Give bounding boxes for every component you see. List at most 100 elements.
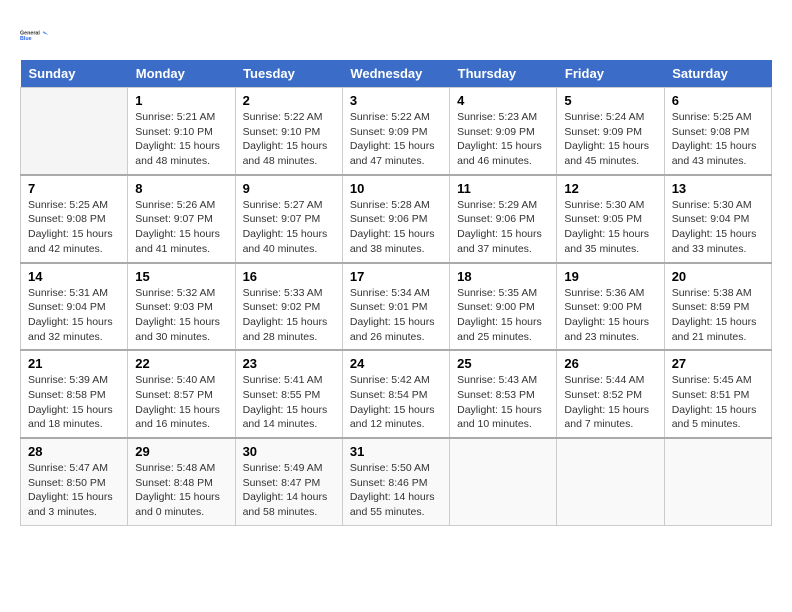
calendar-cell: 8 Sunrise: 5:26 AMSunset: 9:07 PMDaylight… (128, 175, 235, 263)
day-number: 7 (28, 181, 120, 196)
header: GeneralBlue (20, 20, 772, 50)
calendar-cell: 1Sunrise: 5:21 AMSunset: 9:10 PMDaylight… (128, 88, 235, 175)
calendar-cell: 7 Sunrise: 5:25 AMSunset: 9:08 PMDaylight… (21, 175, 128, 263)
calendar-cell: 28Sunrise: 5:47 AMSunset: 8:50 PMDayligh… (21, 438, 128, 525)
day-info: Sunrise: 5:25 AMSunset: 9:08 PMDaylight:… (672, 110, 764, 169)
day-number: 23 (243, 356, 335, 371)
day-info: Sunrise: 5:45 AMSunset: 8:51 PMDaylight:… (672, 373, 764, 432)
day-number: 9 (243, 181, 335, 196)
day-number: 21 (28, 356, 120, 371)
day-number: 26 (564, 356, 656, 371)
day-number: 3 (350, 93, 442, 108)
calendar-week-5: 28Sunrise: 5:47 AMSunset: 8:50 PMDayligh… (21, 438, 772, 525)
svg-text:General: General (20, 30, 40, 36)
day-info: Sunrise: 5:26 AMSunset: 9:07 PMDaylight:… (135, 198, 227, 257)
day-number: 8 (135, 181, 227, 196)
calendar-cell (664, 438, 771, 525)
day-number: 4 (457, 93, 549, 108)
day-number: 16 (243, 269, 335, 284)
day-number: 5 (564, 93, 656, 108)
weekday-header-tuesday: Tuesday (235, 60, 342, 88)
day-number: 27 (672, 356, 764, 371)
calendar-week-2: 7 Sunrise: 5:25 AMSunset: 9:08 PMDaylight… (21, 175, 772, 263)
day-number: 15 (135, 269, 227, 284)
calendar-cell: 11 Sunrise: 5:29 AMSunset: 9:06 PMDayligh… (450, 175, 557, 263)
calendar-cell: 21 Sunrise: 5:39 AMSunset: 8:58 PMDayligh… (21, 350, 128, 438)
day-info: Sunrise: 5:32 AMSunset: 9:03 PMDaylight:… (135, 286, 227, 345)
day-number: 24 (350, 356, 442, 371)
calendar-week-4: 21 Sunrise: 5:39 AMSunset: 8:58 PMDayligh… (21, 350, 772, 438)
weekday-header-monday: Monday (128, 60, 235, 88)
calendar-cell: 4 Sunrise: 5:23 AMSunset: 9:09 PMDaylight… (450, 88, 557, 175)
day-info: Sunrise: 5:28 AMSunset: 9:06 PMDaylight:… (350, 198, 442, 257)
calendar-table: SundayMondayTuesdayWednesdayThursdayFrid… (20, 60, 772, 526)
day-info: Sunrise: 5:33 AMSunset: 9:02 PMDaylight:… (243, 286, 335, 345)
calendar-cell: 6Sunrise: 5:25 AMSunset: 9:08 PMDaylight… (664, 88, 771, 175)
calendar-cell: 23 Sunrise: 5:41 AMSunset: 8:55 PMDayligh… (235, 350, 342, 438)
calendar-cell: 13 Sunrise: 5:30 AMSunset: 9:04 PMDayligh… (664, 175, 771, 263)
day-number: 20 (672, 269, 764, 284)
day-number: 19 (564, 269, 656, 284)
day-info: Sunrise: 5:22 AMSunset: 9:09 PMDaylight:… (350, 110, 442, 169)
day-info: Sunrise: 5:34 AMSunset: 9:01 PMDaylight:… (350, 286, 442, 345)
day-info: Sunrise: 5:22 AMSunset: 9:10 PMDaylight:… (243, 110, 335, 169)
day-info: Sunrise: 5:36 AMSunset: 9:00 PMDaylight:… (564, 286, 656, 345)
calendar-cell: 20 Sunrise: 5:38 AMSunset: 8:59 PMDayligh… (664, 263, 771, 351)
day-number: 14 (28, 269, 120, 284)
day-info: Sunrise: 5:25 AMSunset: 9:08 PMDaylight:… (28, 198, 120, 257)
calendar-cell: 5 Sunrise: 5:24 AMSunset: 9:09 PMDaylight… (557, 88, 664, 175)
svg-text:Blue: Blue (20, 36, 32, 42)
weekday-header-friday: Friday (557, 60, 664, 88)
day-number: 2 (243, 93, 335, 108)
calendar-cell: 18 Sunrise: 5:35 AMSunset: 9:00 PMDayligh… (450, 263, 557, 351)
logo-icon: GeneralBlue (20, 20, 50, 50)
calendar-cell (450, 438, 557, 525)
day-info: Sunrise: 5:38 AMSunset: 8:59 PMDaylight:… (672, 286, 764, 345)
calendar-cell: 14 Sunrise: 5:31 AMSunset: 9:04 PMDayligh… (21, 263, 128, 351)
weekday-header-saturday: Saturday (664, 60, 771, 88)
day-info: Sunrise: 5:31 AMSunset: 9:04 PMDaylight:… (28, 286, 120, 345)
day-info: Sunrise: 5:43 AMSunset: 8:53 PMDaylight:… (457, 373, 549, 432)
day-number: 11 (457, 181, 549, 196)
day-info: Sunrise: 5:27 AMSunset: 9:07 PMDaylight:… (243, 198, 335, 257)
day-info: Sunrise: 5:29 AMSunset: 9:06 PMDaylight:… (457, 198, 549, 257)
day-number: 30 (243, 444, 335, 459)
weekday-header-row: SundayMondayTuesdayWednesdayThursdayFrid… (21, 60, 772, 88)
weekday-header-sunday: Sunday (21, 60, 128, 88)
day-info: Sunrise: 5:30 AMSunset: 9:04 PMDaylight:… (672, 198, 764, 257)
day-info: Sunrise: 5:35 AMSunset: 9:00 PMDaylight:… (457, 286, 549, 345)
day-info: Sunrise: 5:49 AMSunset: 8:47 PMDaylight:… (243, 461, 335, 520)
calendar-cell: 27 Sunrise: 5:45 AMSunset: 8:51 PMDayligh… (664, 350, 771, 438)
day-number: 12 (564, 181, 656, 196)
day-info: Sunrise: 5:23 AMSunset: 9:09 PMDaylight:… (457, 110, 549, 169)
day-info: Sunrise: 5:42 AMSunset: 8:54 PMDaylight:… (350, 373, 442, 432)
calendar-cell (557, 438, 664, 525)
logo: GeneralBlue (20, 20, 50, 50)
calendar-cell: 15 Sunrise: 5:32 AMSunset: 9:03 PMDayligh… (128, 263, 235, 351)
day-number: 22 (135, 356, 227, 371)
calendar-cell: 2 Sunrise: 5:22 AMSunset: 9:10 PMDaylight… (235, 88, 342, 175)
day-number: 31 (350, 444, 442, 459)
day-number: 25 (457, 356, 549, 371)
day-info: Sunrise: 5:41 AMSunset: 8:55 PMDaylight:… (243, 373, 335, 432)
calendar-cell: 9 Sunrise: 5:27 AMSunset: 9:07 PMDaylight… (235, 175, 342, 263)
weekday-header-wednesday: Wednesday (342, 60, 449, 88)
day-info: Sunrise: 5:30 AMSunset: 9:05 PMDaylight:… (564, 198, 656, 257)
day-number: 17 (350, 269, 442, 284)
calendar-cell: 22 Sunrise: 5:40 AMSunset: 8:57 PMDayligh… (128, 350, 235, 438)
day-info: Sunrise: 5:48 AMSunset: 8:48 PMDaylight:… (135, 461, 227, 520)
day-info: Sunrise: 5:40 AMSunset: 8:57 PMDaylight:… (135, 373, 227, 432)
calendar-week-3: 14 Sunrise: 5:31 AMSunset: 9:04 PMDayligh… (21, 263, 772, 351)
day-number: 18 (457, 269, 549, 284)
calendar-cell: 19 Sunrise: 5:36 AMSunset: 9:00 PMDayligh… (557, 263, 664, 351)
day-info: Sunrise: 5:44 AMSunset: 8:52 PMDaylight:… (564, 373, 656, 432)
calendar-cell: 25 Sunrise: 5:43 AMSunset: 8:53 PMDayligh… (450, 350, 557, 438)
day-info: Sunrise: 5:50 AMSunset: 8:46 PMDaylight:… (350, 461, 442, 520)
day-info: Sunrise: 5:39 AMSunset: 8:58 PMDaylight:… (28, 373, 120, 432)
calendar-cell: 26 Sunrise: 5:44 AMSunset: 8:52 PMDayligh… (557, 350, 664, 438)
day-info: Sunrise: 5:21 AMSunset: 9:10 PMDaylight:… (135, 110, 227, 169)
calendar-cell: 29Sunrise: 5:48 AMSunset: 8:48 PMDayligh… (128, 438, 235, 525)
day-info: Sunrise: 5:24 AMSunset: 9:09 PMDaylight:… (564, 110, 656, 169)
day-number: 13 (672, 181, 764, 196)
day-info: Sunrise: 5:47 AMSunset: 8:50 PMDaylight:… (28, 461, 120, 520)
